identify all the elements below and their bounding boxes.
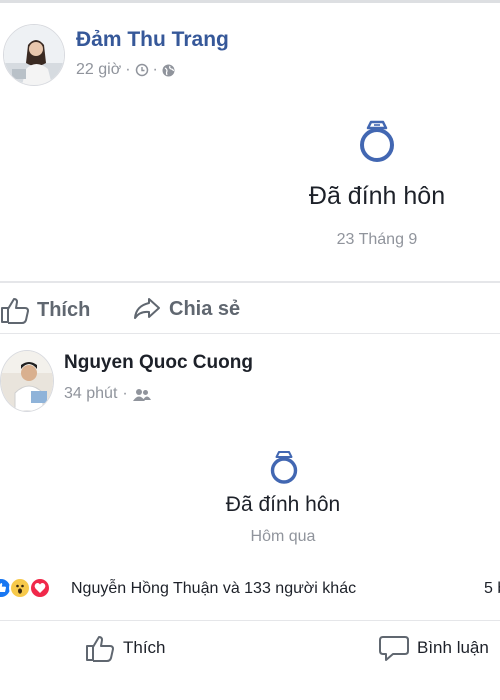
post2-author-name[interactable]: Nguyen Quoc Cuong bbox=[64, 352, 253, 374]
post2-meta: 34 phút · bbox=[64, 385, 151, 403]
like-label: Thích bbox=[123, 638, 166, 657]
meta-separator: · bbox=[125, 61, 131, 78]
post2-comment-button[interactable]: Bình luận bbox=[379, 634, 489, 662]
post2-actions-divider bbox=[0, 620, 500, 621]
globe-icon[interactable] bbox=[162, 64, 175, 77]
comment-label: Bình luận bbox=[417, 638, 489, 657]
post2-timestamp[interactable]: 34 phút bbox=[64, 385, 117, 403]
post1-meta: 22 giờ · · bbox=[76, 61, 175, 79]
post1-life-event-title: Đã đính hôn bbox=[308, 182, 446, 210]
post1-life-event-date: 23 Tháng 9 bbox=[336, 231, 418, 248]
avatar-nguyen-quoc-cuong[interactable] bbox=[0, 350, 54, 412]
post1-actions-divider bbox=[0, 281, 500, 283]
thumbs-up-icon bbox=[0, 296, 30, 324]
meta-separator: · bbox=[152, 61, 158, 78]
friends-audience-icon[interactable] bbox=[132, 388, 151, 401]
wow-reaction-icon bbox=[9, 577, 31, 599]
post2-like-button[interactable]: Thích bbox=[85, 634, 166, 662]
like-label: Thích bbox=[37, 298, 91, 321]
share-label: Chia sẻ bbox=[169, 297, 241, 320]
post2-life-event-date: Hôm qua bbox=[250, 528, 316, 545]
reactions-summary[interactable]: Nguyễn Hồng Thuận và 133 người khác bbox=[71, 580, 356, 598]
avatar-dam-thu-trang[interactable] bbox=[3, 24, 65, 86]
clock-icon bbox=[135, 63, 149, 77]
post1-share-button[interactable]: Chia sẻ bbox=[133, 296, 240, 322]
reaction-icons[interactable] bbox=[0, 577, 70, 601]
thumbs-up-icon bbox=[85, 634, 115, 662]
meta-separator: · bbox=[122, 385, 128, 402]
post2-ring-icon bbox=[268, 449, 300, 490]
post1-timestamp[interactable]: 22 giờ bbox=[76, 61, 121, 79]
comment-icon bbox=[379, 634, 409, 662]
top-divider bbox=[0, 0, 500, 3]
post1-like-button[interactable]: Thích bbox=[0, 296, 90, 324]
post1-author-name[interactable]: Đảm Thu Trang bbox=[76, 28, 229, 52]
post1-ring-icon bbox=[357, 118, 397, 169]
post2-life-event-title: Đã đính hôn bbox=[225, 493, 341, 516]
post-separator bbox=[0, 333, 500, 334]
comments-count[interactable]: 5 b bbox=[484, 580, 500, 598]
love-reaction-icon bbox=[29, 577, 51, 599]
share-icon bbox=[133, 296, 161, 322]
